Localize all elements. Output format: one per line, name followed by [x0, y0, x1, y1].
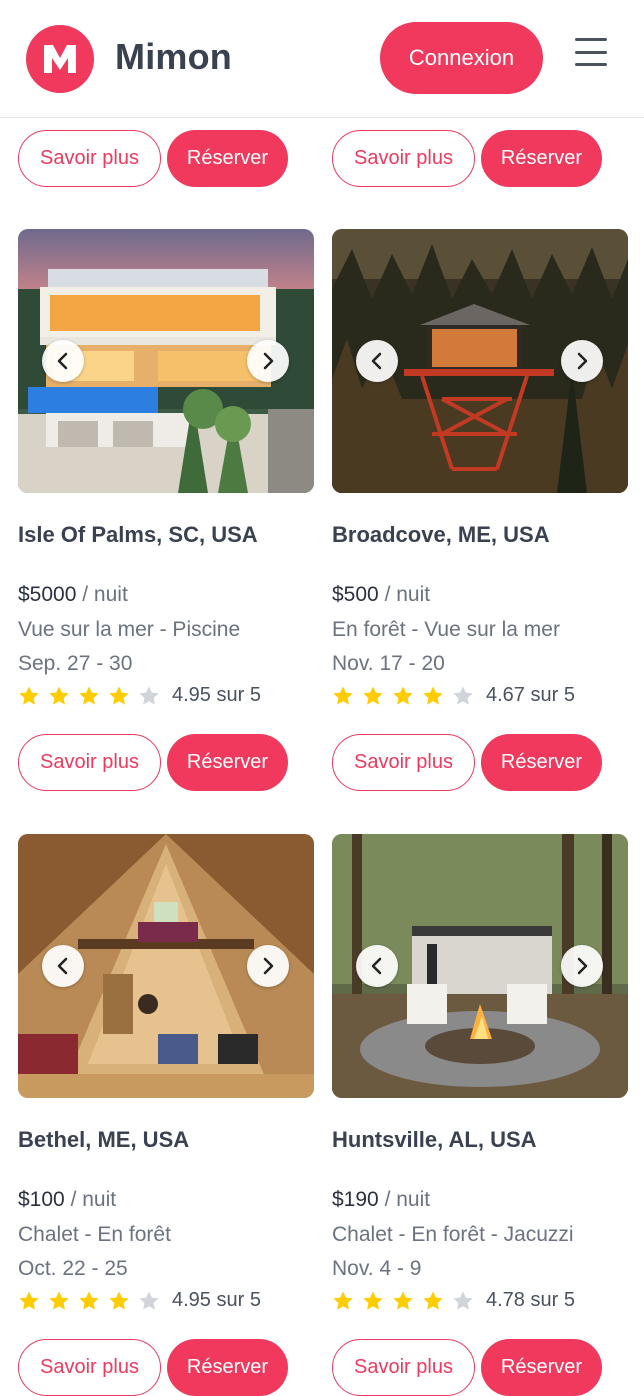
learn-more-button[interactable]: Savoir plus [18, 1339, 161, 1396]
listing-price: $500 [332, 583, 379, 606]
chevron-left-icon[interactable] [42, 340, 84, 382]
listing-photo[interactable] [332, 229, 628, 493]
star-rating [332, 685, 474, 707]
listing-photo[interactable] [332, 834, 628, 1098]
per-night-label: / nuit [82, 583, 128, 606]
listing-rating: 4.95 sur 5 [18, 684, 261, 707]
learn-more-button[interactable]: Savoir plus [18, 130, 161, 187]
listing-actions: Savoir plus Réserver [18, 1339, 288, 1396]
listing-card: Huntsville, AL, USA $190 / nuit Chalet -… [332, 834, 628, 1396]
star-icon [393, 686, 413, 705]
star-icon [453, 1291, 473, 1310]
book-button[interactable]: Réserver [167, 734, 288, 791]
per-night-label: / nuit [384, 1188, 431, 1211]
chevron-left-icon[interactable] [356, 945, 398, 987]
star-icon [363, 686, 383, 705]
chevron-right-icon[interactable] [247, 945, 289, 987]
star-icon [19, 1291, 39, 1310]
listing-dates: Oct. 22 - 25 [18, 1257, 128, 1280]
brand-name[interactable]: Mimon [115, 36, 232, 78]
listing-tags: Chalet - En forêt [18, 1223, 171, 1246]
listing-card: Broadcove, ME, USA $500 / nuit En forêt … [332, 229, 628, 791]
star-icon [79, 1291, 99, 1310]
listing-title[interactable]: Isle Of Palms, SC, USA [18, 522, 258, 548]
rating-text: 4.95 sur 5 [172, 684, 261, 706]
book-button[interactable]: Réserver [167, 1339, 288, 1396]
chevron-left-icon[interactable] [356, 340, 398, 382]
book-button[interactable]: Réserver [167, 130, 288, 187]
book-button[interactable]: Réserver [481, 1339, 602, 1396]
star-icon [423, 1291, 443, 1310]
star-icon [109, 1291, 129, 1310]
star-icon [139, 1291, 159, 1310]
star-icon [19, 686, 39, 705]
listing-title[interactable]: Huntsville, AL, USA [332, 1127, 537, 1153]
hamburger-menu-icon[interactable] [575, 38, 607, 66]
logo-icon[interactable] [26, 25, 94, 93]
listing-price: $100 [18, 1188, 65, 1211]
star-rating [18, 685, 160, 707]
per-night-label: / nuit [70, 1188, 117, 1211]
listing-dates: Sep. 27 - 30 [18, 652, 133, 675]
price-line: $190 / nuit [332, 1188, 430, 1212]
star-icon [423, 686, 443, 705]
listing-dates: Nov. 17 - 20 [332, 652, 445, 675]
previous-card-actions-left: Savoir plus Réserver [18, 130, 288, 187]
star-icon [453, 686, 473, 705]
book-button[interactable]: Réserver [481, 734, 602, 791]
star-rating [332, 1290, 474, 1312]
star-icon [49, 686, 69, 705]
price-line: $500 / nuit [332, 583, 430, 607]
star-icon [363, 1291, 383, 1310]
listing-card: Bethel, ME, USA $100 / nuit Chalet - En … [18, 834, 314, 1396]
book-button[interactable]: Réserver [481, 130, 602, 187]
listing-rating: 4.95 sur 5 [18, 1289, 261, 1312]
listing-rating: 4.78 sur 5 [332, 1289, 575, 1312]
login-button[interactable]: Connexion [380, 22, 543, 94]
learn-more-button[interactable]: Savoir plus [18, 734, 161, 791]
learn-more-button[interactable]: Savoir plus [332, 734, 475, 791]
app-header: Mimon Connexion [0, 0, 644, 118]
listing-actions: Savoir plus Réserver [332, 734, 602, 791]
listing-price: $5000 [18, 583, 77, 606]
listing-tags: Chalet - En forêt - Jacuzzi [332, 1223, 574, 1246]
star-icon [109, 686, 129, 705]
rating-text: 4.78 sur 5 [486, 1289, 575, 1311]
learn-more-button[interactable]: Savoir plus [332, 1339, 475, 1396]
listing-actions: Savoir plus Réserver [18, 734, 288, 791]
listing-tags: En forêt - Vue sur la mer [332, 618, 560, 641]
price-line: $100 / nuit [18, 1188, 116, 1212]
chevron-left-icon[interactable] [42, 945, 84, 987]
previous-card-actions-right: Savoir plus Réserver [332, 130, 602, 187]
listing-rating: 4.67 sur 5 [332, 684, 575, 707]
listing-photo[interactable] [18, 229, 314, 493]
learn-more-button[interactable]: Savoir plus [332, 130, 475, 187]
listing-dates: Nov. 4 - 9 [332, 1257, 422, 1280]
price-line: $5000 / nuit [18, 583, 128, 607]
star-icon [139, 686, 159, 705]
listing-actions: Savoir plus Réserver [332, 1339, 602, 1396]
chevron-right-icon[interactable] [247, 340, 289, 382]
rating-text: 4.95 sur 5 [172, 1289, 261, 1311]
star-icon [333, 686, 353, 705]
listing-card: Isle Of Palms, SC, USA $5000 / nuit Vue … [18, 229, 314, 791]
rating-text: 4.67 sur 5 [486, 684, 575, 706]
star-icon [79, 686, 99, 705]
listing-photo[interactable] [18, 834, 314, 1098]
star-icon [49, 1291, 69, 1310]
chevron-right-icon[interactable] [561, 945, 603, 987]
listing-title[interactable]: Bethel, ME, USA [18, 1127, 189, 1153]
chevron-right-icon[interactable] [561, 340, 603, 382]
star-icon [333, 1291, 353, 1310]
listing-title[interactable]: Broadcove, ME, USA [332, 522, 550, 548]
star-icon [393, 1291, 413, 1310]
listing-price: $190 [332, 1188, 379, 1211]
per-night-label: / nuit [384, 583, 431, 606]
star-rating [18, 1290, 160, 1312]
listing-tags: Vue sur la mer - Piscine [18, 618, 241, 641]
